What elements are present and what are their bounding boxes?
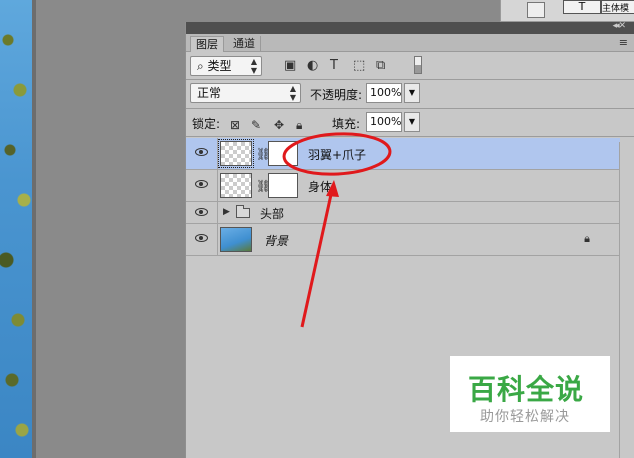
layer-row-body[interactable]: ⛓︎ 身体: [186, 170, 620, 202]
text-filter-icon[interactable]: T: [330, 58, 338, 73]
top-right-panel: T 主体模: [500, 0, 634, 22]
filter-type-label: 类型: [207, 59, 232, 73]
search-icon: ⌕: [197, 59, 208, 73]
eye-icon: [195, 234, 208, 242]
layer-name[interactable]: 背景: [264, 232, 288, 249]
blend-mode-select[interactable]: 正常 ▲ ▼: [190, 83, 301, 103]
layer-group-head[interactable]: ▶ 头部: [186, 202, 620, 224]
canvas-edge: [32, 0, 36, 458]
divider: [186, 108, 634, 109]
lock-brush-icon[interactable]: ✎: [251, 118, 261, 132]
canvas-photo: [0, 0, 32, 458]
watermark: 百科全说 助你轻松解决: [450, 356, 610, 432]
group-name[interactable]: 头部: [260, 205, 284, 222]
lock-icon: 🔒︎: [584, 232, 590, 245]
folder-icon: [236, 205, 250, 218]
text-field[interactable]: 主体模: [601, 0, 634, 14]
divider: [186, 79, 634, 80]
smart-object-filter-icon[interactable]: ⧉: [376, 58, 385, 73]
select-arrows-icon: ▲ ▼: [289, 84, 296, 102]
layer-row-background[interactable]: 背景 🔒︎: [186, 224, 620, 256]
panel-menu-icon[interactable]: ≡: [619, 36, 628, 49]
expand-arrow-icon[interactable]: ▶: [223, 207, 230, 217]
eye-icon: [195, 208, 208, 216]
collapse-icon[interactable]: ◂◂ ✕: [613, 21, 627, 31]
visibility-toggle[interactable]: [186, 138, 218, 169]
panel-tabs: 图层 通道 ≡: [186, 34, 634, 52]
layer-mask-thumbnail[interactable]: [268, 173, 298, 198]
select-arrows-icon: ▲ ▼: [250, 57, 257, 75]
panel-thumbnail[interactable]: [527, 2, 545, 18]
layer-name[interactable]: 身体: [308, 178, 332, 195]
opacity-label: 不透明度:: [310, 88, 363, 102]
layer-row-wings[interactable]: ⛓︎ 羽翼+爪子: [186, 138, 620, 170]
filter-toggle[interactable]: [414, 56, 422, 74]
tab-channels[interactable]: 通道: [228, 36, 261, 52]
opacity-input[interactable]: 100%: [366, 83, 402, 103]
eye-icon: [195, 148, 208, 156]
fill-label: 填充:: [332, 117, 361, 131]
image-filter-icon[interactable]: ▣: [284, 58, 296, 73]
layer-thumbnail[interactable]: [220, 227, 252, 252]
layer-name[interactable]: 羽翼+爪子: [308, 146, 366, 163]
blend-mode-value: 正常: [197, 86, 222, 100]
adjustment-filter-icon[interactable]: ◐: [307, 58, 318, 73]
lock-transparent-icon[interactable]: ⊠: [230, 118, 240, 132]
watermark-title: 百科全说: [468, 373, 585, 406]
divider: [186, 136, 634, 137]
lock-all-icon[interactable]: 🔒︎: [296, 118, 302, 133]
visibility-toggle[interactable]: [186, 224, 218, 255]
lock-label: 锁定:: [192, 117, 221, 131]
fill-input[interactable]: 100%: [366, 112, 402, 132]
panel-titlebar: ◂◂ ✕: [186, 21, 634, 34]
tab-layers[interactable]: 图层: [190, 36, 224, 52]
fill-dropdown-button[interactable]: ▼: [404, 112, 420, 132]
visibility-toggle[interactable]: [186, 170, 218, 201]
filter-type-select[interactable]: ⌕ 类型 ▲ ▼: [190, 56, 262, 76]
opacity-dropdown-button[interactable]: ▼: [404, 83, 420, 103]
text-tool-box[interactable]: T: [563, 0, 601, 14]
lock-position-icon[interactable]: ✥: [274, 118, 284, 132]
layer-mask-thumbnail[interactable]: [268, 141, 298, 166]
layers-scrollbar[interactable]: [619, 142, 634, 458]
shape-filter-icon[interactable]: ⬚: [353, 58, 365, 73]
eye-icon: [195, 180, 208, 188]
layer-thumbnail[interactable]: [220, 173, 252, 198]
watermark-subtitle: 助你轻松解决: [480, 409, 570, 425]
layer-thumbnail[interactable]: [218, 139, 254, 168]
visibility-toggle[interactable]: [186, 202, 218, 223]
